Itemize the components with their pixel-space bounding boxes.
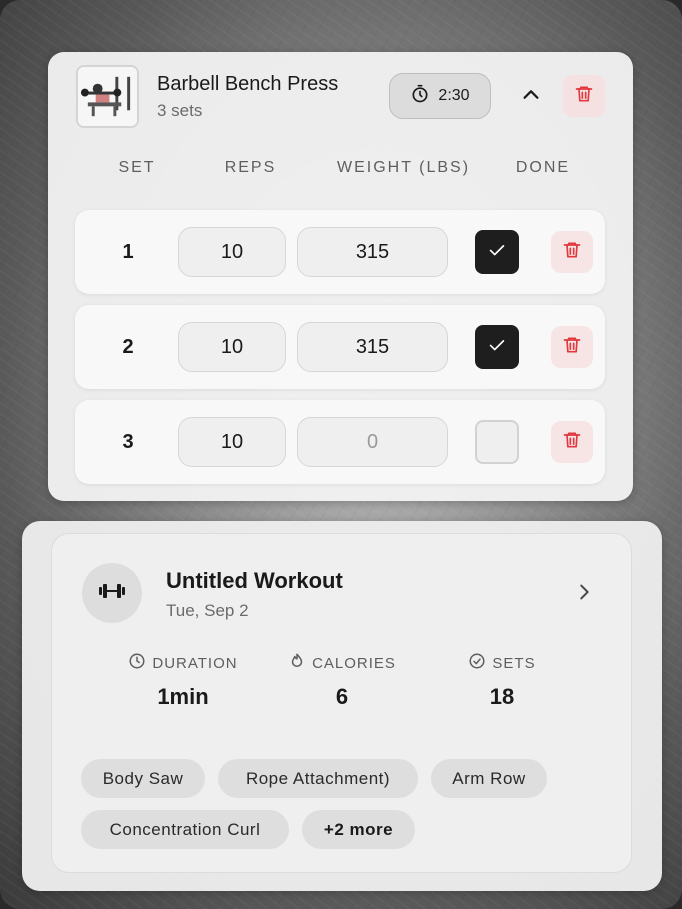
trash-icon <box>574 84 594 109</box>
done-checkbox[interactable] <box>475 230 519 274</box>
set-row: 3 10 0 <box>75 400 605 484</box>
done-checkbox[interactable] <box>475 420 519 464</box>
weight-input[interactable]: 315 <box>297 322 448 372</box>
set-row: 1 10 315 <box>75 210 605 294</box>
column-header-done: DONE <box>515 159 571 176</box>
stat-sets: SETS 18 <box>460 652 544 710</box>
chevron-up-icon <box>520 84 542 111</box>
dumbbell-icon <box>96 575 128 612</box>
chevron-right-icon[interactable] <box>573 581 599 607</box>
set-number: 3 <box>122 430 134 453</box>
set-number: 1 <box>122 240 134 263</box>
column-header-reps: REPS <box>224 159 277 176</box>
reps-input[interactable]: 10 <box>178 322 286 372</box>
checkmark-icon <box>486 334 508 361</box>
set-number: 2 <box>122 335 134 358</box>
stat-value: 1min <box>157 684 209 709</box>
workout-panel: Untitled Workout Tue, Sep 2 DURATION 1mi… <box>22 521 662 891</box>
trash-icon <box>562 335 582 360</box>
exercise-set-count: 3 sets <box>157 101 203 120</box>
check-circle-icon <box>468 652 486 674</box>
exercise-card: Barbell Bench Press 3 sets 2:30 SET REPS… <box>48 52 633 501</box>
stat-label: SETS <box>492 654 536 672</box>
stat-label: CALORIES <box>312 654 396 672</box>
stat-duration: DURATION 1min <box>118 652 248 710</box>
weight-input[interactable]: 315 <box>297 227 448 277</box>
timer-label: 2:30 <box>438 87 470 104</box>
collapse-button[interactable] <box>516 82 546 112</box>
delete-exercise-button[interactable] <box>563 75 605 117</box>
trash-icon <box>562 240 582 265</box>
stat-value: 18 <box>489 684 515 709</box>
stat-value: 6 <box>335 684 349 709</box>
tag-chip: Body Saw <box>81 759 205 798</box>
reps-input[interactable]: 10 <box>178 227 286 277</box>
column-header-set: SET <box>118 159 156 176</box>
tag-chip: Rope Attachment) <box>218 759 418 798</box>
workout-card[interactable]: Untitled Workout Tue, Sep 2 DURATION 1mi… <box>51 533 632 873</box>
tag-chip: Arm Row <box>431 759 547 798</box>
more-tags-chip[interactable]: +2 more <box>302 810 415 849</box>
rest-timer-button[interactable]: 2:30 <box>389 73 491 119</box>
workout-title: Untitled Workout <box>166 568 343 593</box>
stat-label: DURATION <box>152 654 238 672</box>
stat-calories: CALORIES 6 <box>282 652 402 710</box>
column-header-weight: WEIGHT (LBS) <box>336 159 471 176</box>
delete-set-button[interactable] <box>551 326 593 368</box>
flame-icon <box>288 652 306 674</box>
done-checkbox[interactable] <box>475 325 519 369</box>
checkmark-icon <box>486 239 508 266</box>
set-row: 2 10 315 <box>75 305 605 389</box>
weight-input[interactable]: 0 <box>297 417 448 467</box>
workout-avatar <box>82 563 142 623</box>
exercise-thumbnail <box>76 65 139 128</box>
exercise-title: Barbell Bench Press <box>157 73 339 95</box>
delete-set-button[interactable] <box>551 231 593 273</box>
trash-icon <box>562 430 582 455</box>
tag-chip: Concentration Curl <box>81 810 289 849</box>
clock-icon <box>128 652 146 674</box>
reps-input[interactable]: 10 <box>178 417 286 467</box>
timer-icon <box>410 84 430 109</box>
workout-date: Tue, Sep 2 <box>166 601 249 620</box>
delete-set-button[interactable] <box>551 421 593 463</box>
